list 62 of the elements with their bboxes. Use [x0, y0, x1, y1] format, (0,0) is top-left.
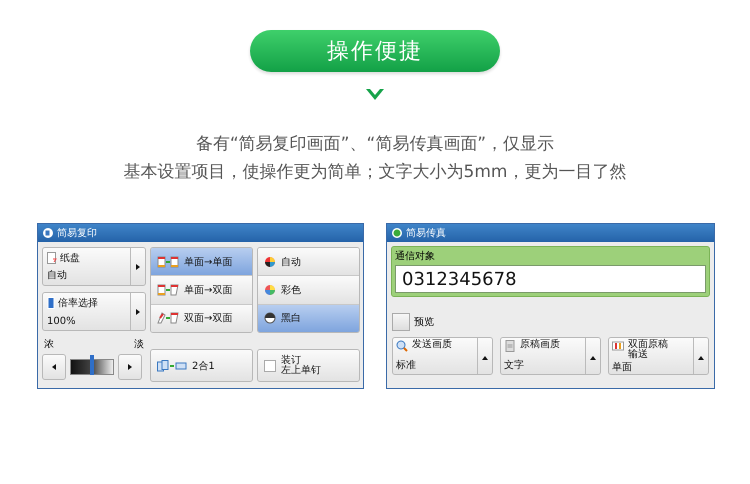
darker-button[interactable] [42, 354, 66, 380]
banner-title: 操作便捷 [250, 30, 500, 72]
color-mode-option[interactable]: 自动 [258, 248, 359, 276]
fax-setting-button[interactable]: 发送画质 标准 [392, 337, 493, 375]
sides-option[interactable]: 双面→双面 [151, 304, 252, 332]
up-arrow-icon [589, 354, 597, 362]
button-value: 左上单钉 [281, 366, 321, 376]
color-wheel-icon [264, 284, 276, 296]
page-sides-icon [157, 312, 179, 324]
sides-option[interactable]: 单面→双面 [151, 276, 252, 305]
sides-option[interactable]: 单面→单面 [151, 248, 252, 276]
copy-icon [43, 228, 53, 238]
preview-checkbox[interactable] [392, 313, 410, 331]
duplex-pages-icon [612, 340, 624, 352]
page-icon [47, 297, 55, 309]
lighter-button[interactable] [118, 354, 142, 380]
dark-label: 浓 [44, 338, 54, 351]
button-label: 原稿画质 [520, 340, 561, 350]
paper-icon [47, 252, 57, 264]
button-label: 装订 [281, 356, 301, 366]
two-in-one-button[interactable]: 2合1 [150, 349, 253, 382]
fax-setting-button[interactable]: 双面原稿输送 单面 [608, 337, 709, 375]
fax-setting-button[interactable]: 原稿画质 文字 [500, 337, 601, 375]
page-sides-icon [157, 284, 179, 296]
up-arrow-icon [697, 354, 705, 362]
color-wheel-icon [264, 312, 276, 324]
magnifier-icon [396, 340, 408, 352]
button-value: 文字 [504, 358, 525, 372]
recipient-field[interactable]: 0312345678 [395, 265, 706, 293]
color-wheel-icon [264, 256, 276, 268]
fax-icon [392, 228, 402, 238]
button-label: 倍率选择 [58, 296, 98, 310]
color-mode-option[interactable]: 彩色 [258, 276, 359, 305]
button-value: 标准 [396, 358, 417, 372]
up-arrow-icon [481, 354, 489, 362]
zoom-ratio-button[interactable]: 倍率选择 100% [42, 292, 146, 331]
description-text: 基本设置项目，使操作更为简单；文字大小为5mm，更为一目了然 [124, 161, 626, 184]
button-label: 发送画质 [412, 340, 453, 350]
button-value: 100% [47, 316, 77, 327]
staple-checkbox-icon [264, 360, 276, 372]
page-sides-icon [157, 256, 179, 268]
panel-title: 简易复印 [57, 226, 97, 240]
right-arrow-icon [134, 262, 142, 270]
color-mode-option[interactable]: 黑白 [258, 304, 359, 332]
button-value: 单面 [612, 360, 633, 374]
button-label: 双面原稿输送 [628, 340, 669, 360]
document-icon [504, 340, 516, 352]
pages-combine-icon [157, 360, 187, 372]
chevron-down-icon [365, 88, 385, 102]
description-text: 备有“简易复印画面”、“简易传真画面”，仅显示 [194, 133, 556, 156]
right-arrow-icon [126, 363, 134, 371]
paper-tray-button[interactable]: 纸盘 自动 [42, 247, 146, 286]
checkbox-label: 预览 [414, 316, 434, 329]
staple-button[interactable]: 装订 左上单钉 [257, 349, 360, 382]
left-arrow-icon [50, 363, 58, 371]
panel-title: 简易传真 [406, 226, 446, 240]
button-label: 纸盘 [60, 252, 80, 265]
right-arrow-icon [134, 308, 142, 316]
light-label: 淡 [134, 338, 144, 351]
slider-thumb[interactable] [90, 355, 94, 375]
button-value: 自动 [47, 269, 68, 282]
field-label: 通信对象 [395, 250, 436, 263]
